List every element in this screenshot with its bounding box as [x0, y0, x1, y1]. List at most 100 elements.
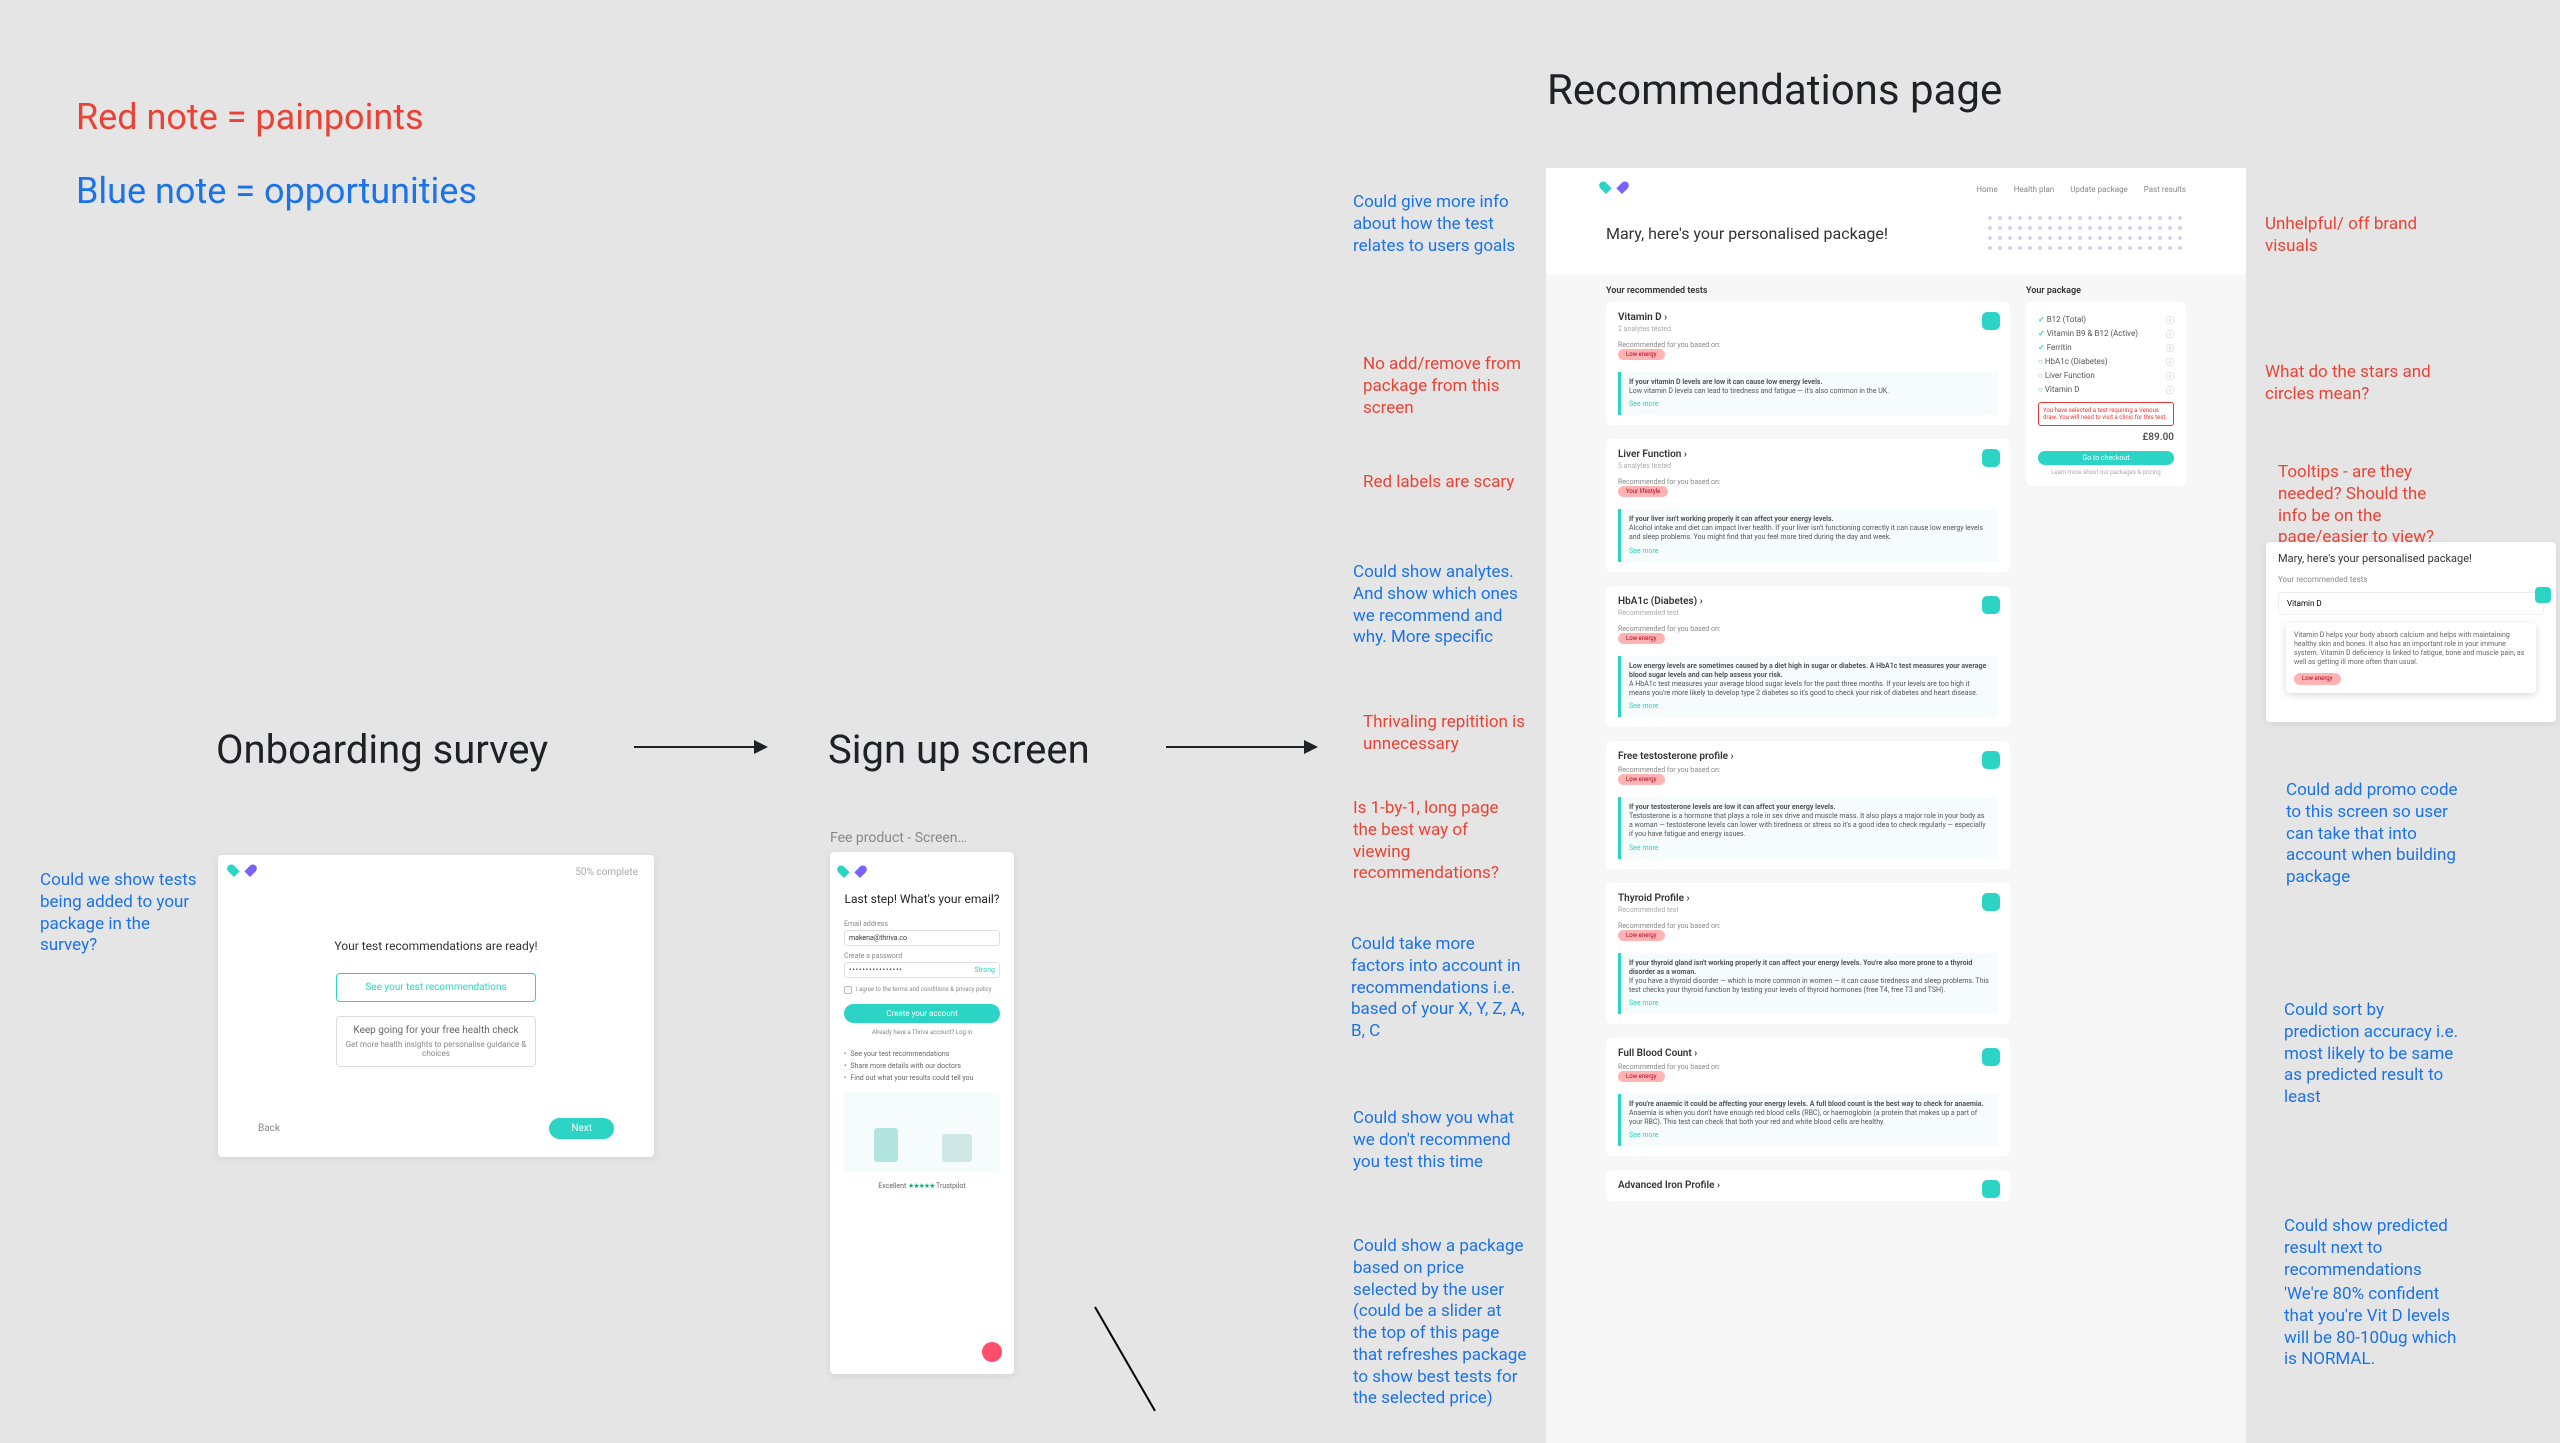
test-icon: [1982, 449, 2000, 467]
test-icon: [1982, 312, 2000, 330]
test-card[interactable]: Liver Function ›5 analytes testedRecomme…: [1606, 439, 2010, 571]
thriva-logo-icon: [1606, 182, 1622, 196]
bullet-0: •See your test recommendations: [844, 1050, 1000, 1058]
test-card[interactable]: Full Blood Count ›Recommended for you ba…: [1606, 1038, 2010, 1156]
package-panel: ✓ B12 (Total)ⓘ ✓ Vitamin B9 & B12 (Active…: [2026, 302, 2186, 486]
note-right-6: 'We're 80% confident that you're Vit D l…: [2284, 1284, 2459, 1371]
note-mid-4: Thrivaling repitition is unnecessary: [1363, 712, 1538, 756]
test-title: Thyroid Profile ›: [1618, 893, 1998, 904]
package-item[interactable]: ✓ Vitamin B9 & B12 (Active)ⓘ: [2038, 329, 2174, 340]
note-mid-6: Could take more factors into account in …: [1351, 934, 1526, 1043]
test-title: Free testosterone profile ›: [1618, 751, 1998, 762]
test-explain: Low energy levels are sometimes caused b…: [1618, 656, 1998, 717]
test-meta: Recommended for you based on:: [1618, 922, 1998, 930]
tooltip-mock: Mary, here's your personalised package! …: [2266, 542, 2556, 722]
note-mid-3: Could show analytes. And show which ones…: [1353, 562, 1528, 649]
heading-recommendations: Recommendations page: [1547, 66, 2002, 115]
note-mid-1: No add/remove from package from this scr…: [1363, 354, 1538, 419]
nav-healthplan[interactable]: Health plan: [2014, 185, 2054, 194]
test-tag: Low energy: [1618, 774, 1665, 785]
keep-going-sub: Get more health insights to personalise …: [337, 1040, 535, 1058]
recommendations-mock: Home Health plan Update package Past res…: [1546, 168, 2246, 1443]
signup-illustration: [844, 1092, 1000, 1172]
test-sub: Recommended test: [1618, 906, 1998, 914]
legend-opportunities: Blue note = opportunities: [76, 170, 477, 212]
test-meta: Recommended for you based on:: [1618, 766, 1998, 774]
test-icon: [1982, 1180, 2000, 1198]
package-item[interactable]: ○ Liver Functionⓘ: [2038, 371, 2174, 382]
note-right-1: What do the stars and circles mean?: [2265, 362, 2440, 406]
test-card[interactable]: Vitamin D ›2 analytes testedRecommended …: [1606, 302, 2010, 425]
test-meta: Recommended for you based on:: [1618, 341, 1998, 349]
see-more-link[interactable]: See more: [1629, 999, 1658, 1008]
test-card[interactable]: Free testosterone profile › Recommended f…: [1606, 741, 2010, 868]
test-meta: Recommended for you based on:: [1618, 625, 1998, 633]
see-more-link[interactable]: See more: [1629, 702, 1658, 711]
nav-update-package[interactable]: Update package: [2070, 185, 2128, 194]
keep-going-label: Keep going for your free health check: [337, 1025, 535, 1036]
login-link[interactable]: Already have a Thriva account? Log in: [844, 1029, 1000, 1036]
test-icon: [1982, 751, 2000, 769]
see-recommendations-button[interactable]: See your test recommendations: [336, 973, 536, 1002]
test-card[interactable]: Thyroid Profile › Recommended test Recomme…: [1606, 883, 2010, 1024]
legend-painpoints: Red note = painpoints: [76, 96, 424, 138]
consent-checkbox[interactable]: [844, 986, 852, 994]
email-field[interactable]: makena@thriva.co: [844, 930, 1000, 946]
onboard-headline: Your test recommendations are ready!: [218, 939, 654, 953]
tooltip-col-head: Your recommended tests: [2266, 575, 2556, 584]
bullet-2: •Find out what your results could tell y…: [844, 1074, 1000, 1082]
signup-mock: Last step! What's your email? Email addr…: [830, 852, 1014, 1374]
note-right-4: Could sort by prediction accuracy i.e. m…: [2284, 1000, 2459, 1109]
chat-fab-icon[interactable]: [982, 1342, 1002, 1362]
back-button[interactable]: Back: [258, 1123, 280, 1134]
bullet-1: •Share more details with our doctors: [844, 1062, 1000, 1070]
password-field[interactable]: •••••••••••••••• Strong: [844, 962, 1000, 978]
note-right-2: Tooltips - are they needed? Should the i…: [2278, 462, 2438, 549]
note-mid-5: Is 1-by-1, long page the best way of vie…: [1353, 798, 1523, 885]
test-title: Liver Function ›: [1618, 449, 1998, 460]
see-more-link[interactable]: See more: [1629, 400, 1658, 409]
test-tag: Low energy: [1618, 633, 1665, 644]
password-label: Create a password: [844, 952, 1000, 960]
test-tag: Low energy: [1618, 930, 1665, 941]
next-button[interactable]: Next: [549, 1118, 614, 1139]
signup-title: Last step! What's your email?: [844, 892, 1000, 906]
test-explain: If your thyroid gland isn't working prop…: [1618, 953, 1998, 1014]
tooltip-test-row[interactable]: Vitamin D: [2278, 592, 2544, 615]
checkout-sub: Learn more about our packages & pricing: [2038, 469, 2174, 476]
test-tag: Low energy: [1618, 349, 1665, 360]
test-card[interactable]: Advanced Iron Profile ›: [1606, 1170, 2010, 1201]
test-explain: If your testosterone levels are low it c…: [1618, 797, 1998, 858]
thriva-logo-icon: [234, 865, 250, 879]
see-more-link[interactable]: See more: [1629, 844, 1658, 853]
package-item[interactable]: ✓ Ferritinⓘ: [2038, 343, 2174, 354]
arrow-diagonal: [1094, 1307, 1156, 1412]
keep-going-button[interactable]: Keep going for your free health check Ge…: [336, 1016, 536, 1067]
test-sub: Recommended test: [1618, 609, 1998, 617]
test-icon: [1982, 596, 2000, 614]
onboarding-mock: 50% complete Your test recommendations a…: [218, 855, 654, 1157]
checkout-button[interactable]: Go to checkout: [2038, 451, 2174, 465]
package-item[interactable]: ○ HbA1c (Diabetes)ⓘ: [2038, 357, 2174, 368]
create-account-button[interactable]: Create your account: [844, 1004, 1000, 1023]
thriva-logo-icon: [844, 866, 860, 880]
note-mid-8: Could show a package based on price sele…: [1353, 1236, 1528, 1410]
package-price: £89.00: [2038, 432, 2174, 443]
package-item[interactable]: ✓ B12 (Total)ⓘ: [2038, 315, 2174, 326]
note-mid-0: Could give more info about how the test …: [1353, 192, 1528, 257]
test-card[interactable]: HbA1c (Diabetes) ›Recommended testRecomm…: [1606, 586, 2010, 727]
col-head-package: Your package: [2026, 286, 2186, 296]
progress-label: 50% complete: [575, 867, 638, 878]
arrow-onboard-to-signup: [634, 746, 766, 748]
note-right-3: Could add promo code to this screen so u…: [2286, 780, 2461, 889]
nav-home[interactable]: Home: [1976, 185, 1998, 194]
heading-onboarding: Onboarding survey: [216, 726, 548, 773]
see-more-link[interactable]: See more: [1629, 547, 1658, 556]
see-more-link[interactable]: See more: [1629, 1131, 1658, 1140]
nav-past-results[interactable]: Past results: [2144, 185, 2186, 194]
note-right-5: Could show predicted result next to reco…: [2284, 1216, 2459, 1281]
test-title: Vitamin D ›: [1618, 312, 1998, 323]
test-title: Full Blood Count ›: [1618, 1048, 1998, 1059]
signup-caption: Fee product - Screen…: [830, 830, 967, 846]
package-item[interactable]: ○ Vitamin Dⓘ: [2038, 385, 2174, 396]
